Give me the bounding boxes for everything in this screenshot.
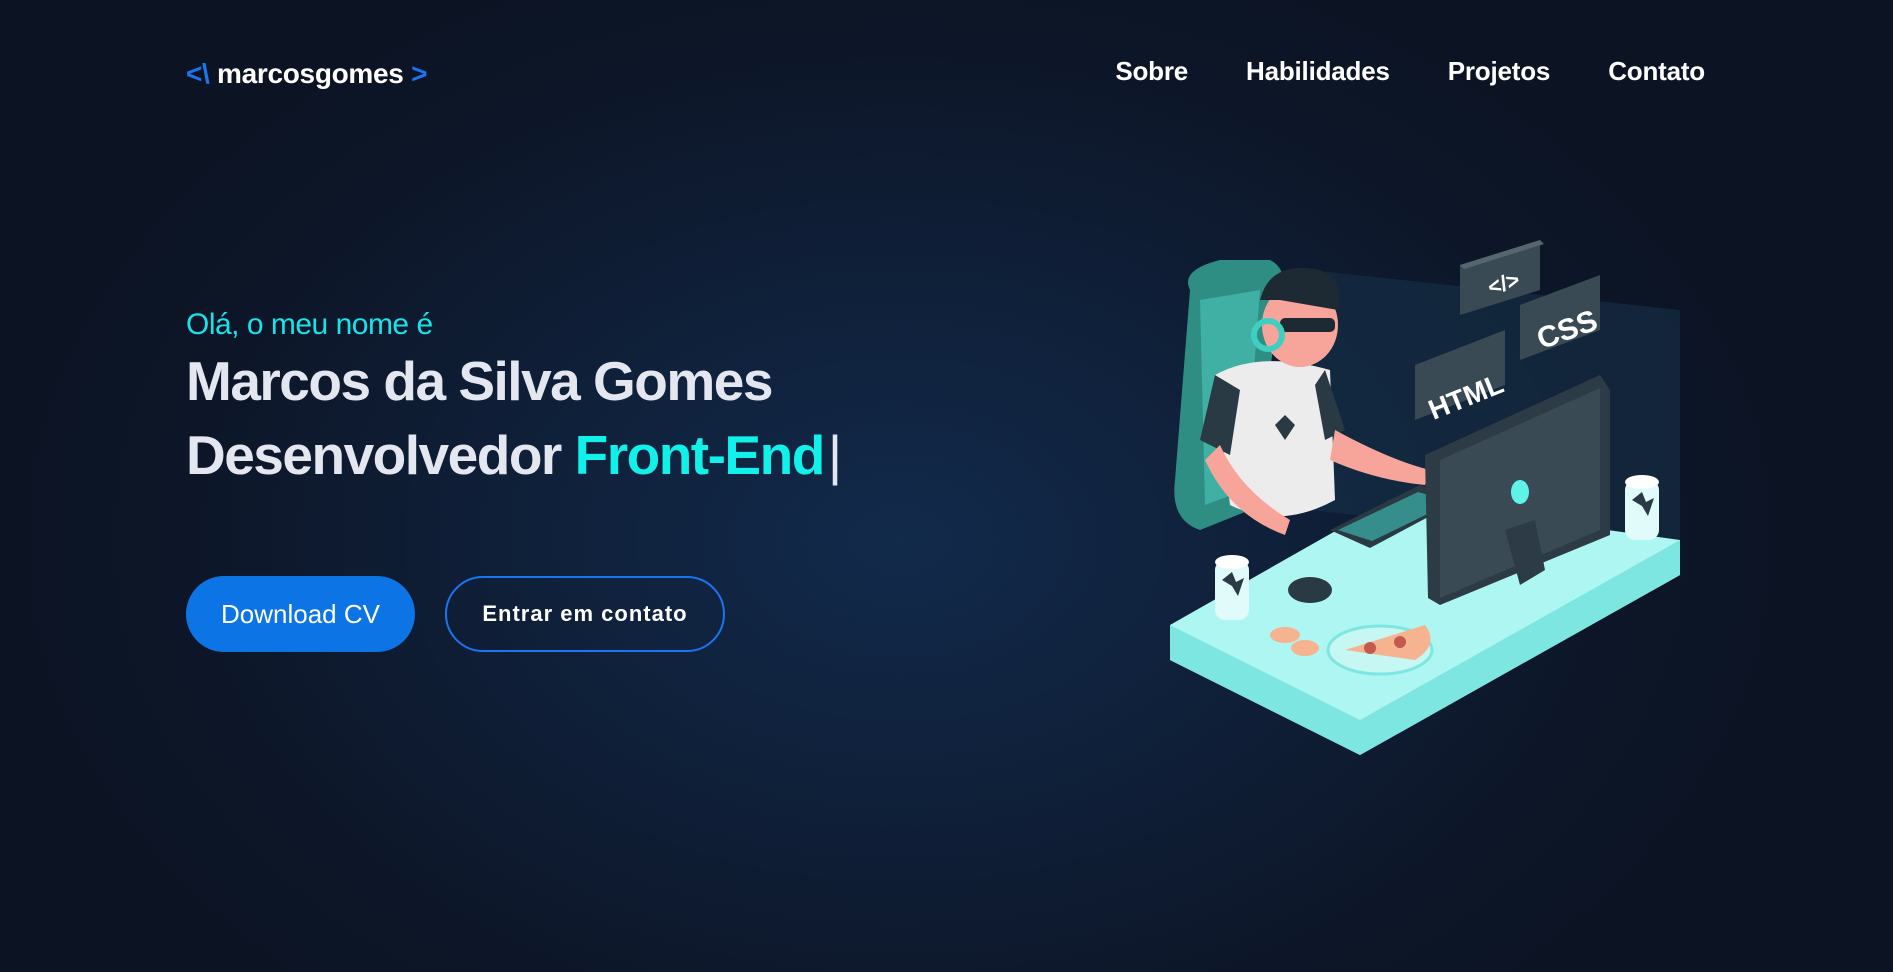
logo-open-bracket: <\ — [186, 58, 210, 89]
snack-chip-2 — [1291, 640, 1319, 656]
monitor-logo-icon — [1511, 480, 1529, 504]
sunglasses-icon — [1280, 318, 1335, 332]
soda-can-right — [1625, 475, 1659, 540]
hero-role: Desenvolvedor Front-End| — [186, 420, 886, 490]
nav-link-contato[interactable]: Contato — [1608, 56, 1705, 87]
developer-desk-illustration: </> CSS HTML — [1170, 240, 1680, 755]
hero-name: Marcos da Silva Gomes — [186, 350, 774, 412]
logo-close-bracket: > — [411, 58, 428, 89]
snack-chip-1 — [1270, 627, 1300, 643]
site-logo[interactable]: <\ marcosgomes > — [186, 58, 427, 90]
mouse-icon — [1288, 577, 1332, 603]
logo-name: marcosgomes — [217, 58, 404, 89]
pepperoni-1 — [1364, 642, 1376, 654]
nav-link-habilidades[interactable]: Habilidades — [1246, 56, 1390, 87]
hero-section: Olá, o meu nome é Marcos da Silva Gomes … — [186, 308, 886, 490]
nav-link-projetos[interactable]: Projetos — [1448, 56, 1551, 87]
developer-illustration: </> CSS HTML — [1160, 230, 1720, 760]
role-highlight: Front-End — [574, 424, 826, 486]
top-navbar: <\ marcosgomes > Sobre Habilidades Proje… — [0, 0, 1893, 150]
hero-actions: Download CV Entrar em contato — [186, 576, 725, 652]
typing-cursor: | — [827, 424, 842, 486]
contact-button[interactable]: Entrar em contato — [445, 576, 725, 652]
soda-can-left — [1215, 555, 1249, 620]
role-prefix: Desenvolvedor — [186, 424, 562, 486]
nav-link-sobre[interactable]: Sobre — [1115, 56, 1188, 87]
pepperoni-2 — [1394, 636, 1406, 648]
main-menu: Sobre Habilidades Projetos Contato — [1115, 56, 1705, 87]
download-cv-button[interactable]: Download CV — [186, 576, 415, 652]
hero-greeting: Olá, o meu nome é — [186, 308, 433, 341]
